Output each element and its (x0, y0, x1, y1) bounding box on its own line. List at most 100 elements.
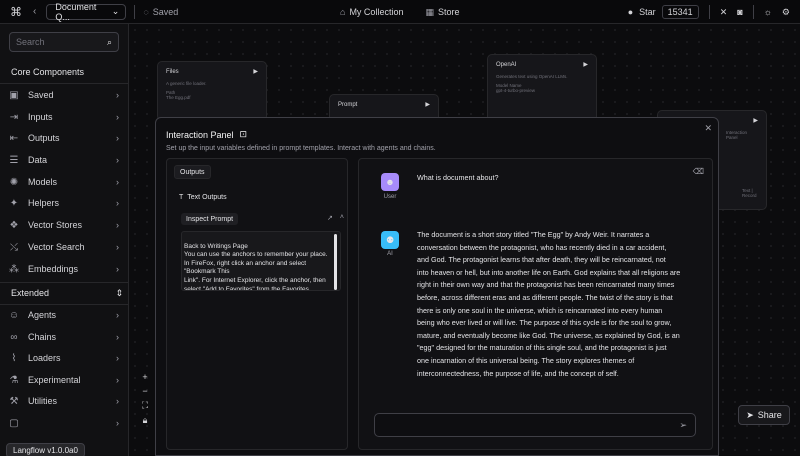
tab-outputs[interactable]: Outputs (174, 165, 211, 179)
node-files[interactable]: Files ▶ A generic file loader. Path The E… (157, 61, 267, 121)
divider (134, 4, 136, 19)
sidebar-item-label: Inputs (28, 112, 53, 122)
discord-icon[interactable]: ◙ (737, 7, 742, 17)
sidebar-item-vector-search[interactable]: ⤯ Vector Search › (0, 237, 129, 257)
ai-message-line: and God. The protagonist learns that aft… (417, 255, 666, 265)
component-sidebar: ⌕ Core Components ▣ Saved › ⇥ Inputs › ⇤ Outp… (0, 24, 129, 456)
close-icon[interactable]: ✕ (704, 123, 712, 134)
node-openai[interactable]: OpenAI ▶ Generates text using OpenAI LLMs… (487, 54, 597, 124)
zoom-in-icon[interactable]: + (142, 372, 147, 382)
node-title: Prompt (338, 101, 358, 108)
output-icon: ⇤ (9, 132, 19, 144)
binary-icon: ⁂ (9, 263, 19, 275)
sidebar-item-helpers[interactable]: ✦ Helpers › (0, 193, 129, 213)
chevron-down-icon: ⌄ (111, 6, 120, 16)
ai-avatar: ⚉ (381, 231, 399, 249)
user-message: What is document about? (417, 173, 499, 182)
play-icon[interactable]: ▶ (753, 117, 758, 124)
search-input[interactable] (16, 37, 96, 47)
sidebar-item-loaders[interactable]: ⌇ Loaders › (0, 348, 129, 368)
inspect-prompt-label[interactable]: Inspect Prompt (181, 213, 239, 225)
node-title: OpenAI (496, 61, 517, 68)
x-twitter-icon[interactable]: ✕ (720, 7, 728, 18)
panel-title-text: Interaction Panel (166, 129, 234, 140)
prompt-textarea[interactable]: Back to Writings Page You can use the an… (181, 231, 341, 291)
star-label: Star (639, 7, 656, 17)
zoom-out-icon[interactable]: − (142, 386, 147, 396)
share-icon: ➤ (746, 409, 754, 420)
settings-icon[interactable]: ⚙ (782, 7, 790, 18)
node-description: Generates text using OpenAI LLMs. (496, 74, 568, 79)
sidebar-item-label: Experimental (28, 375, 81, 385)
interaction-panel: Interaction Panel ⊡ Set up the input var… (155, 117, 719, 456)
type-icon: T (179, 194, 184, 201)
play-icon[interactable]: ▶ (253, 68, 258, 75)
sidebar-item-saved[interactable]: ▣ Saved › (0, 85, 129, 105)
external-link-icon[interactable]: ↗ (327, 214, 333, 222)
node-description: Interaction Panel (726, 130, 748, 140)
sidebar-item-chains[interactable]: ∞ Chains › (0, 327, 129, 347)
saved-status: ◌ Saved (143, 7, 178, 17)
project-dropdown[interactable]: Document Q... ⌄ (46, 2, 127, 22)
divider (0, 83, 129, 84)
github-star-button[interactable]: ● Star 15341 (628, 5, 699, 19)
search-icon[interactable]: ⌕ (107, 37, 112, 48)
sidebar-item-models[interactable]: ✺ Models › (0, 172, 129, 192)
sidebar-item-outputs[interactable]: ⇤ Outputs › (0, 128, 129, 148)
node-field-value: Text | Record (742, 188, 757, 198)
sidebar-item-more[interactable]: ▢ › (0, 413, 129, 433)
vector-icon: ⤯ (10, 241, 18, 253)
version-badge: Langflow v1.0.0a0 (6, 443, 85, 456)
chat-input[interactable] (383, 420, 663, 430)
share-button[interactable]: ➤ Share (738, 405, 790, 425)
chevron-right-icon: › (116, 177, 119, 187)
text-outputs-header: T Text Outputs (179, 194, 227, 201)
nav-my-collection[interactable]: ⌂ My Collection (340, 7, 403, 17)
extended-section-toggle[interactable]: Extended ⇕ (11, 288, 123, 299)
zoom-controls: + − ⛶ 🔒︎ (139, 372, 151, 426)
bot-icon: ☺ (8, 309, 20, 321)
ai-message-line: one incarnation of this universal being.… (417, 355, 635, 365)
ai-message-line: there is only one soul in the universe, … (417, 305, 663, 315)
inspect-prompt-actions: ↗ ˄ (327, 214, 344, 222)
sidebar-item-agents[interactable]: ☺ Agents › (0, 305, 129, 325)
sidebar-item-label: Vector Search (28, 242, 85, 252)
search-box: ⌕ (9, 32, 119, 52)
sidebar-item-label: Saved (28, 90, 54, 100)
core-components-title: Core Components (11, 67, 85, 77)
play-icon[interactable]: ▶ (583, 61, 588, 68)
main-nav: ⌂ My Collection ▦ Store (340, 0, 460, 24)
sidebar-item-label: Utilities (28, 396, 58, 406)
lock-icon[interactable]: 🔒︎ (143, 415, 148, 426)
nav-store[interactable]: ▦ Store (425, 7, 459, 18)
ai-label: AI (387, 251, 393, 257)
sidebar-item-label: Embeddings (28, 264, 79, 274)
ai-message-line: interconnectedness, the purpose of life,… (417, 368, 619, 378)
send-icon[interactable]: ➢ (679, 420, 687, 431)
chevron-right-icon: › (116, 264, 119, 274)
sidebar-item-embeddings[interactable]: ⁂ Embeddings › (0, 259, 129, 279)
back-chevron-icon[interactable]: ‹ (33, 6, 36, 17)
chevron-right-icon: › (116, 375, 119, 385)
divider (752, 5, 754, 19)
sun-theme-icon[interactable]: ☼ (764, 7, 772, 17)
check-circle-icon: ◌ (143, 6, 149, 17)
langflow-logo-icon[interactable]: ⌘ (9, 5, 23, 19)
eraser-icon[interactable]: ⌫ (693, 167, 704, 176)
nav-my-collection-label: My Collection (349, 7, 404, 17)
sidebar-item-label: Helpers (28, 198, 60, 208)
play-icon[interactable]: ▶ (425, 101, 430, 108)
sidebar-item-vector-stores[interactable]: ❖ Vector Stores › (0, 215, 129, 235)
chevron-up-icon[interactable]: ˄ (340, 214, 344, 222)
sidebar-item-inputs[interactable]: ⇥ Inputs › (0, 107, 129, 127)
scrollbar[interactable] (334, 234, 337, 290)
sidebar-item-utilities[interactable]: ⚒ Utilities › (0, 391, 129, 411)
saved-label: Saved (152, 6, 179, 17)
node-title: Files (166, 68, 179, 75)
fit-view-icon[interactable]: ⛶ (142, 400, 148, 411)
divider (0, 282, 129, 283)
prompt-text: Back to Writings Page You can use the an… (184, 242, 328, 291)
sidebar-item-data[interactable]: ☰ Data › (0, 150, 129, 170)
sidebar-item-experimental[interactable]: ⚗ Experimental › (0, 370, 129, 390)
chevron-right-icon: › (116, 198, 119, 208)
